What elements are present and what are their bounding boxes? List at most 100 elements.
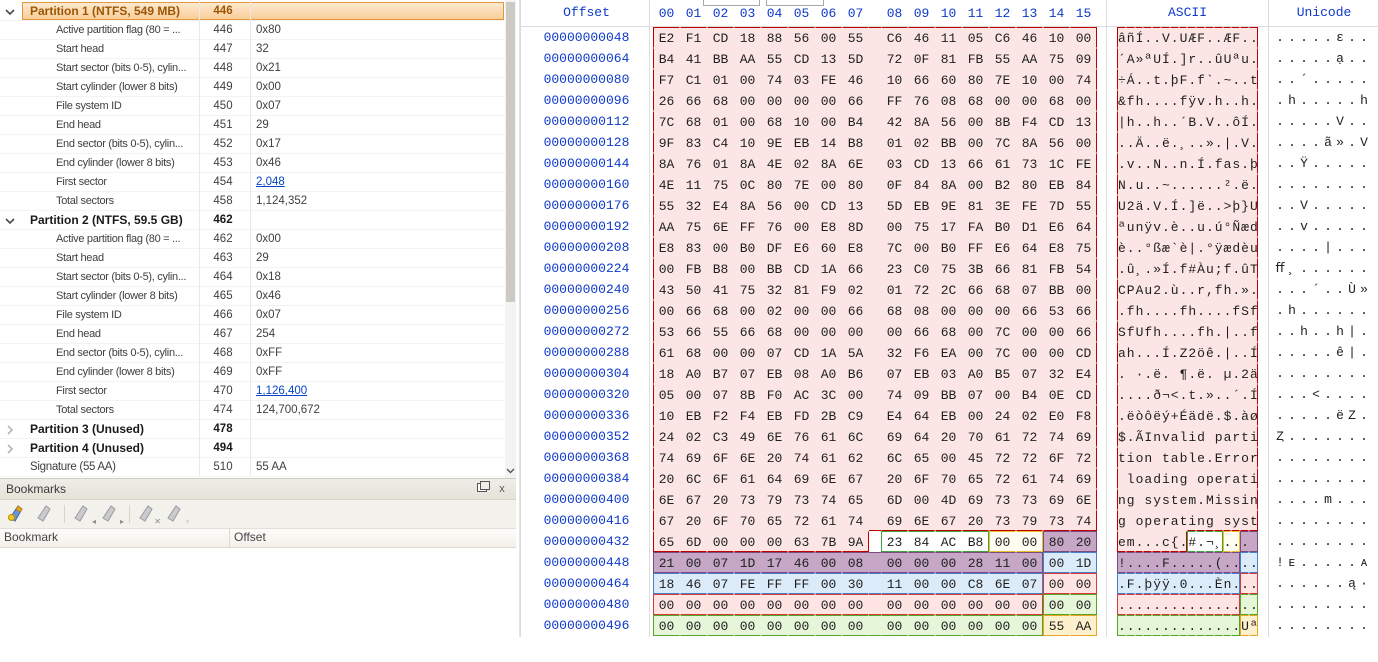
ascii-char[interactable]: .	[1187, 69, 1196, 90]
ascii-char[interactable]: .	[1240, 384, 1249, 405]
ascii-char[interactable]: ´	[1179, 111, 1188, 132]
hex-byte[interactable]: 70	[935, 468, 962, 489]
ascii-char[interactable]: n	[1170, 468, 1179, 489]
unicode-char[interactable]: .	[1274, 48, 1286, 69]
hex-byte[interactable]: 07	[962, 384, 989, 405]
hex-byte[interactable]: 56	[1043, 132, 1070, 153]
hex-byte[interactable]: 50	[680, 279, 707, 300]
hex-byte[interactable]: 68	[989, 279, 1016, 300]
unicode-char[interactable]: ã	[1322, 132, 1334, 153]
ascii-char[interactable]: .	[1143, 111, 1152, 132]
hex-byte[interactable]: 00	[989, 384, 1016, 405]
unicode-char[interactable]: .	[1298, 258, 1310, 279]
unicode-char[interactable]: .	[1358, 510, 1370, 531]
unicode-char[interactable]: .	[1322, 90, 1334, 111]
ascii-char[interactable]: p	[1205, 468, 1214, 489]
hex-byte[interactable]: 6D	[881, 489, 908, 510]
hex-byte[interactable]: 10	[1016, 69, 1043, 90]
hex-byte[interactable]: 74	[881, 384, 908, 405]
hex-byte[interactable]: 02	[842, 279, 869, 300]
hex-byte[interactable]: 01	[707, 111, 734, 132]
ascii-char[interactable]: .	[1152, 615, 1161, 636]
ascii-char[interactable]: n	[1223, 573, 1232, 594]
unicode-char[interactable]: .	[1298, 447, 1310, 468]
hex-byte[interactable]: 3C	[815, 384, 842, 405]
hex-byte[interactable]: 84	[1070, 174, 1097, 195]
chevron-right-icon[interactable]	[4, 423, 18, 436]
hex-byte[interactable]: FF	[881, 90, 908, 111]
unicode-char[interactable]: .	[1274, 90, 1286, 111]
hex-byte[interactable]: 00	[962, 111, 989, 132]
unicode-char[interactable]: .	[1322, 300, 1334, 321]
hex-byte[interactable]: 24	[989, 405, 1016, 426]
ascii-char[interactable]: h	[1126, 111, 1135, 132]
hex-byte[interactable]: C1	[680, 69, 707, 90]
ascii-char[interactable]: æ	[1240, 216, 1249, 237]
offset-column-header[interactable]: Offset	[230, 529, 516, 548]
hex-byte[interactable]: 0F	[908, 48, 935, 69]
hex-byte[interactable]: 63	[788, 531, 815, 552]
hex-byte[interactable]: 8B	[734, 384, 761, 405]
ascii-char[interactable]: U	[1152, 48, 1161, 69]
unicode-char[interactable]: ᴀ	[1358, 552, 1370, 573]
unicode-char[interactable]: .	[1334, 447, 1346, 468]
hex-byte[interactable]: 00	[680, 384, 707, 405]
hex-byte[interactable]: 00	[908, 594, 935, 615]
ascii-char[interactable]: 2	[1240, 363, 1249, 384]
hex-byte[interactable]: 03	[881, 153, 908, 174]
ascii-char[interactable]	[1152, 447, 1161, 468]
ascii-char[interactable]: .	[1135, 111, 1144, 132]
ascii-char[interactable]: ë	[1240, 174, 1249, 195]
ascii-char[interactable]: h	[1135, 90, 1144, 111]
tree-row[interactable]: Active partition flag (80 = ...4620x00	[0, 230, 505, 249]
ascii-char[interactable]: ø	[1249, 405, 1258, 426]
ascii-char[interactable]: .	[1161, 69, 1170, 90]
hex-byte[interactable]: 4E	[761, 153, 788, 174]
hex-byte[interactable]: 5D	[842, 48, 869, 69]
unicode-char[interactable]: .	[1274, 447, 1286, 468]
unicode-char[interactable]: .	[1322, 342, 1334, 363]
unicode-char[interactable]: .	[1358, 321, 1370, 342]
ascii-char[interactable]	[1170, 363, 1179, 384]
hex-byte[interactable]: 20	[1070, 531, 1097, 552]
unicode-char[interactable]: .	[1334, 69, 1346, 90]
hex-byte[interactable]: 10	[788, 111, 815, 132]
ascii-char[interactable]: »	[1205, 132, 1214, 153]
unicode-char[interactable]: .	[1298, 363, 1310, 384]
ascii-char[interactable]: V	[1240, 132, 1249, 153]
hex-byte[interactable]: E8	[653, 237, 680, 258]
ascii-char[interactable]: .	[1161, 279, 1170, 300]
ascii-char[interactable]: Ä	[1135, 132, 1144, 153]
hex-byte[interactable]: 20	[881, 468, 908, 489]
ascii-char[interactable]: ë	[1205, 405, 1214, 426]
ascii-char[interactable]: o	[1135, 510, 1144, 531]
ascii-char[interactable]: ÿ	[1187, 90, 1196, 111]
hex-byte[interactable]: 00	[842, 615, 869, 636]
hex-byte[interactable]: 66	[680, 321, 707, 342]
ascii-char[interactable]: U	[1135, 321, 1144, 342]
ascii-char[interactable]: M	[1205, 489, 1214, 510]
ascii-char[interactable]: a	[1223, 426, 1232, 447]
hex-byte[interactable]: 79	[761, 489, 788, 510]
ascii-char[interactable]: &	[1117, 90, 1126, 111]
hex-byte[interactable]: 01	[881, 279, 908, 300]
ascii-char[interactable]: s	[1231, 489, 1240, 510]
ascii-char[interactable]: ¸	[1179, 132, 1188, 153]
ascii-char[interactable]: r	[1196, 279, 1205, 300]
ascii-char[interactable]: .	[1126, 132, 1135, 153]
unicode-char[interactable]: h	[1286, 300, 1298, 321]
ascii-char[interactable]: ~	[1223, 69, 1232, 90]
ascii-char[interactable]: ë	[1161, 132, 1170, 153]
unicode-char[interactable]: .	[1322, 468, 1334, 489]
ascii-char[interactable]: o	[1240, 447, 1249, 468]
ascii-char[interactable]: p	[1214, 426, 1223, 447]
chevron-right-icon[interactable]	[4, 442, 18, 455]
hex-byte[interactable]: 07	[1016, 573, 1043, 594]
unicode-char[interactable]: ´	[1298, 69, 1310, 90]
hex-byte[interactable]: D1	[1016, 216, 1043, 237]
hex-byte[interactable]: 23	[881, 531, 908, 552]
hex-byte[interactable]: 01	[707, 153, 734, 174]
ascii-char[interactable]: ê	[1205, 342, 1214, 363]
ascii-char[interactable]: .	[1143, 69, 1152, 90]
unicode-char[interactable]: .	[1298, 342, 1310, 363]
